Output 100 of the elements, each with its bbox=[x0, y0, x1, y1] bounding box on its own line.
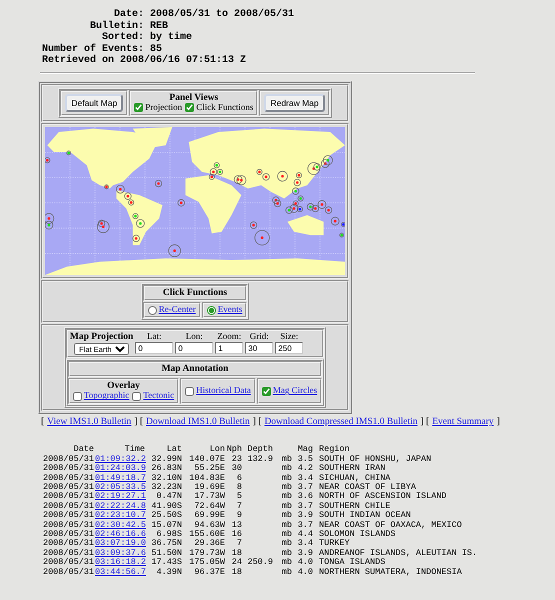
event-time-link[interactable]: 02:30:42.5 bbox=[95, 520, 146, 530]
table-cell: NORTH OF ASCENSION ISLAND bbox=[319, 491, 447, 502]
table-cell: SOUTH OF HONSHU, JAPAN bbox=[319, 454, 432, 464]
bulletin-link[interactable]: Download IMS1.0 Bulletin bbox=[146, 417, 250, 428]
table-cell: mb bbox=[282, 520, 292, 530]
redraw-map-button[interactable]: Redraw Map bbox=[264, 94, 325, 112]
table-cell: 132.9 bbox=[247, 454, 273, 464]
summary-value: 2008/05/31 to 2008/05/31 bbox=[150, 9, 294, 20]
event-time-link[interactable]: 01:49:18.7 bbox=[95, 472, 146, 483]
bulletin-link[interactable]: Event Summary bbox=[432, 417, 494, 428]
table-cell: 0.47N bbox=[156, 491, 182, 502]
world-map-drawing[interactable] bbox=[45, 126, 345, 275]
table-cell: mb bbox=[282, 500, 292, 511]
overlay-title: Overlay bbox=[107, 381, 140, 392]
table-cell: 72.64W bbox=[194, 500, 225, 511]
table-cell: 3.7 bbox=[298, 520, 313, 530]
event-time-link[interactable]: 02:19:27.1 bbox=[95, 491, 146, 502]
summary-label: Number of Events: bbox=[42, 44, 144, 54]
field-label: Lon: bbox=[186, 332, 203, 342]
table-cell: 24 bbox=[232, 557, 242, 568]
table-cell: 96.37E bbox=[194, 566, 225, 577]
table-cell: 2008/05/31 bbox=[42, 472, 94, 483]
event-time-link[interactable]: 03:07:19.0 bbox=[95, 538, 146, 548]
event-time-link[interactable]: 02:23:10.7 bbox=[95, 510, 146, 520]
table-cell: mb bbox=[282, 510, 292, 520]
table-cell: 3.7 bbox=[298, 500, 313, 511]
retrieved-text: Retrieved on 2008/06/16 07:51:13 Z bbox=[42, 55, 248, 66]
table-cell: 9 bbox=[236, 510, 242, 520]
table-cell: 8 bbox=[236, 482, 242, 492]
bracket-text: ] [ bbox=[420, 417, 430, 428]
input-field[interactable]: 0 bbox=[135, 342, 174, 354]
table-cell: 5 bbox=[236, 491, 242, 502]
summary-label: Date: bbox=[113, 9, 144, 20]
table-cell: 51.50N bbox=[151, 548, 182, 558]
radio-link[interactable]: Events bbox=[218, 305, 242, 316]
input-field[interactable]: 1 bbox=[215, 342, 244, 354]
table-cell: 179.73W bbox=[189, 548, 225, 558]
event-time-link[interactable]: 01:24:03.9 bbox=[95, 463, 146, 474]
radio-button[interactable] bbox=[206, 306, 216, 315]
checkbox[interactable] bbox=[132, 392, 142, 401]
column-header: Lon bbox=[210, 444, 225, 454]
event-time-link[interactable]: 03:44:56.7 bbox=[95, 566, 146, 577]
table-cell: 104.83E bbox=[189, 472, 225, 483]
default-map-button[interactable]: Default Map bbox=[65, 94, 124, 112]
summary-label: Bulletin: bbox=[89, 20, 144, 32]
checkbox[interactable] bbox=[185, 103, 194, 112]
column-header: Mag bbox=[298, 444, 313, 454]
click-functions-title: Click Functions bbox=[142, 284, 248, 302]
column-header: Region bbox=[319, 444, 350, 454]
input-field[interactable]: 0 bbox=[175, 342, 214, 354]
table-cell: 2008/05/31 bbox=[42, 557, 94, 568]
table-cell: mb bbox=[282, 566, 292, 577]
table-cell: 18 bbox=[232, 566, 242, 577]
input-field[interactable]: 250 bbox=[275, 342, 304, 354]
table-cell: 7 bbox=[236, 538, 242, 548]
table-cell: 25.50S bbox=[151, 510, 182, 520]
table-cell: 3.4 bbox=[298, 472, 313, 483]
table-cell: 2008/05/31 bbox=[42, 529, 94, 540]
summary-value: by time bbox=[150, 32, 194, 44]
bulletin-link[interactable]: Download Compressed IMS1.0 Bulletin bbox=[264, 417, 418, 428]
table-cell: SOUTHERN CHILE bbox=[319, 500, 390, 511]
table-cell: TONGA ISLANDS bbox=[319, 557, 386, 568]
radio-link[interactable]: Re-Center bbox=[158, 305, 196, 316]
table-cell: mb bbox=[282, 472, 292, 483]
table-cell: 4.39N bbox=[156, 566, 182, 577]
field-label: Zoom: bbox=[217, 332, 242, 342]
radio-button[interactable] bbox=[148, 306, 157, 315]
event-time-link[interactable]: 03:16:18.2 bbox=[95, 557, 146, 568]
table-cell: 3.4 bbox=[298, 538, 313, 548]
table-cell: 13 bbox=[232, 520, 242, 530]
checkbox[interactable] bbox=[185, 386, 194, 396]
table-cell: 3.6 bbox=[298, 491, 313, 502]
event-time-link[interactable]: 01:09:32.2 bbox=[95, 454, 146, 464]
panel-views-title: Panel Views bbox=[169, 92, 218, 103]
event-time-link[interactable]: 02:05:33.5 bbox=[95, 482, 146, 492]
bulletin-link[interactable]: View IMS1.0 Bulletin bbox=[47, 417, 132, 428]
checkbox-link[interactable]: Tectonic bbox=[143, 391, 174, 402]
checkbox-label[interactable]: Click Functions bbox=[196, 102, 254, 113]
summary-value: REB bbox=[150, 20, 170, 32]
checkbox-link[interactable]: Topographic bbox=[84, 391, 130, 402]
checkbox[interactable] bbox=[262, 386, 271, 396]
event-time-link[interactable]: 03:09:37.6 bbox=[95, 548, 146, 558]
column-header: Nph bbox=[226, 444, 242, 454]
checkbox-label[interactable]: Projection bbox=[145, 102, 182, 113]
table-cell: 7 bbox=[236, 500, 242, 511]
bracket-text: ] bbox=[496, 417, 500, 428]
table-cell: 2008/05/31 bbox=[42, 520, 94, 530]
checkbox[interactable] bbox=[72, 392, 82, 401]
table-cell: 55.25E bbox=[194, 463, 225, 474]
table-cell: 4.2 bbox=[298, 463, 313, 474]
table-cell: 17.43S bbox=[151, 557, 182, 568]
event-time-link[interactable]: 02:22:24.8 bbox=[95, 500, 146, 511]
table-cell: 15.07N bbox=[151, 520, 182, 530]
table-cell: 250.9 bbox=[247, 557, 273, 568]
checkbox[interactable] bbox=[134, 103, 144, 112]
table-cell: mb bbox=[282, 482, 292, 492]
table-cell: 29.36E bbox=[194, 538, 225, 548]
event-time-link[interactable]: 02:46:16.6 bbox=[95, 529, 146, 540]
input-field[interactable]: 30 bbox=[245, 342, 274, 354]
table-cell: 175.05W bbox=[189, 557, 225, 568]
